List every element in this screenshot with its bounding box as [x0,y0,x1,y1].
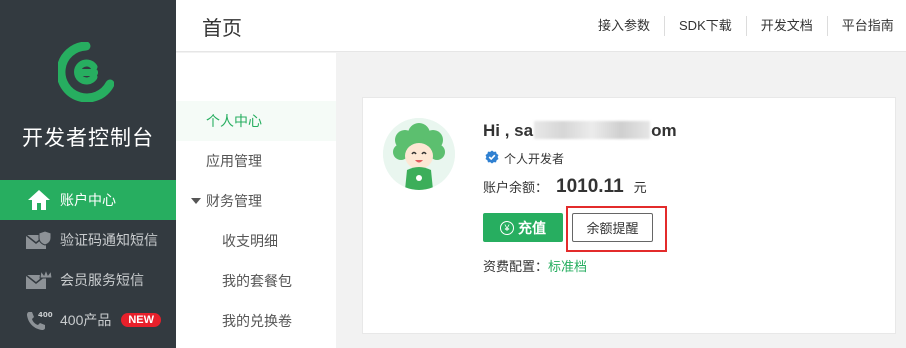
greeting-prefix: Hi , sa [483,121,534,140]
header-link-sdk-download[interactable]: SDK下载 [664,16,746,36]
verified-badge-icon [485,150,499,167]
header-link-platform-guide[interactable]: 平台指南 [826,16,906,36]
plan-value-link[interactable]: 标准档 [548,259,587,274]
recharge-button[interactable]: ¥ 充值 [483,213,563,242]
header-links: 接入参数 SDK下载 开发文档 平台指南 [584,0,906,52]
subnav-item-label: 应用管理 [206,153,262,169]
sidebar-item-label: 400产品 [60,312,112,328]
svg-text:400: 400 [38,311,53,319]
subnav-item-finance-management[interactable]: 财务管理 [176,181,336,221]
caret-down-icon [191,198,201,204]
sidebar-item-400-product[interactable]: 400 400产品 NEW [0,300,176,340]
subnav-item-label: 我的套餐包 [222,273,292,289]
verification-label: 个人开发者 [504,152,565,166]
recharge-label: 充值 [518,219,546,236]
envelope-crown-icon [24,268,54,292]
plan-config-row: 资费配置：标准档 [483,256,587,275]
plan-label: 资费配置： [483,259,549,274]
sidebar-item-verification-sms[interactable]: 验证码通知短信 [0,220,176,260]
sidebar: 开发者控制台 账户中心 验证码通知短信 会员服务短信 400 400产品 NEW [0,0,176,348]
avatar [383,118,455,190]
balance-unit: 元 [633,180,647,195]
sidebar-item-label: 验证码通知短信 [60,232,158,248]
sidebar-item-member-sms[interactable]: 会员服务短信 [0,260,176,300]
home-icon [24,188,54,212]
new-badge: NEW [121,313,162,327]
balance-row: 账户余额： 1010.11 元 [483,176,647,198]
redacted-email-blur [534,121,651,139]
header-link-dev-docs[interactable]: 开发文档 [745,16,827,36]
subnav-item-my-vouchers[interactable]: 我的兑换卷 [176,301,336,341]
subnav-item-label: 财务管理 [206,193,262,209]
sidebar-item-label: 会员服务短信 [60,272,144,288]
sidebar-item-label: 账户中心 [60,192,116,208]
subnav-item-income-expense[interactable]: 收支明细 [176,221,336,261]
yen-icon: ¥ [500,220,514,235]
greeting: Hi , sa om [483,121,677,141]
phone-400-icon: 400 [24,308,54,332]
account-card: Hi , sa om 个人开发者 账户余额： 1010.11 元 ¥ 充值 余额提… [362,97,896,334]
brand-name: 开发者控制台 [22,127,154,150]
app-root: 开发者控制台 账户中心 验证码通知短信 会员服务短信 400 400产品 NEW [0,0,906,348]
top-header: 首页 接入参数 SDK下载 开发文档 平台指南 [176,0,906,52]
envelope-shield-icon [24,228,54,252]
verification-status: 个人开发者 [485,150,564,167]
header-link-access-params[interactable]: 接入参数 [584,16,664,36]
subnav-item-my-packages[interactable]: 我的套餐包 [176,261,336,301]
subnav-item-label: 个人中心 [206,113,262,129]
brand-logo-icon [58,42,114,102]
sidebar-item-account-center[interactable]: 账户中心 [0,180,176,220]
sub-navigation: 个人中心 应用管理 财务管理 收支明细 我的套餐包 我的兑换卷 [176,53,336,348]
subnav-item-label: 收支明细 [222,233,278,249]
greeting-suffix: om [651,121,677,140]
page-title: 首页 [202,18,242,40]
balance-reminder-button[interactable]: 余额提醒 [572,213,653,242]
mascot-avatar-icon [383,118,455,190]
subnav-item-label: 我的兑换卷 [222,313,292,329]
subnav-item-personal-center[interactable]: 个人中心 [176,101,336,141]
balance-amount: 1010.11 [556,176,624,197]
subnav-item-app-management[interactable]: 应用管理 [176,141,336,181]
balance-label: 账户余额： [483,180,549,195]
